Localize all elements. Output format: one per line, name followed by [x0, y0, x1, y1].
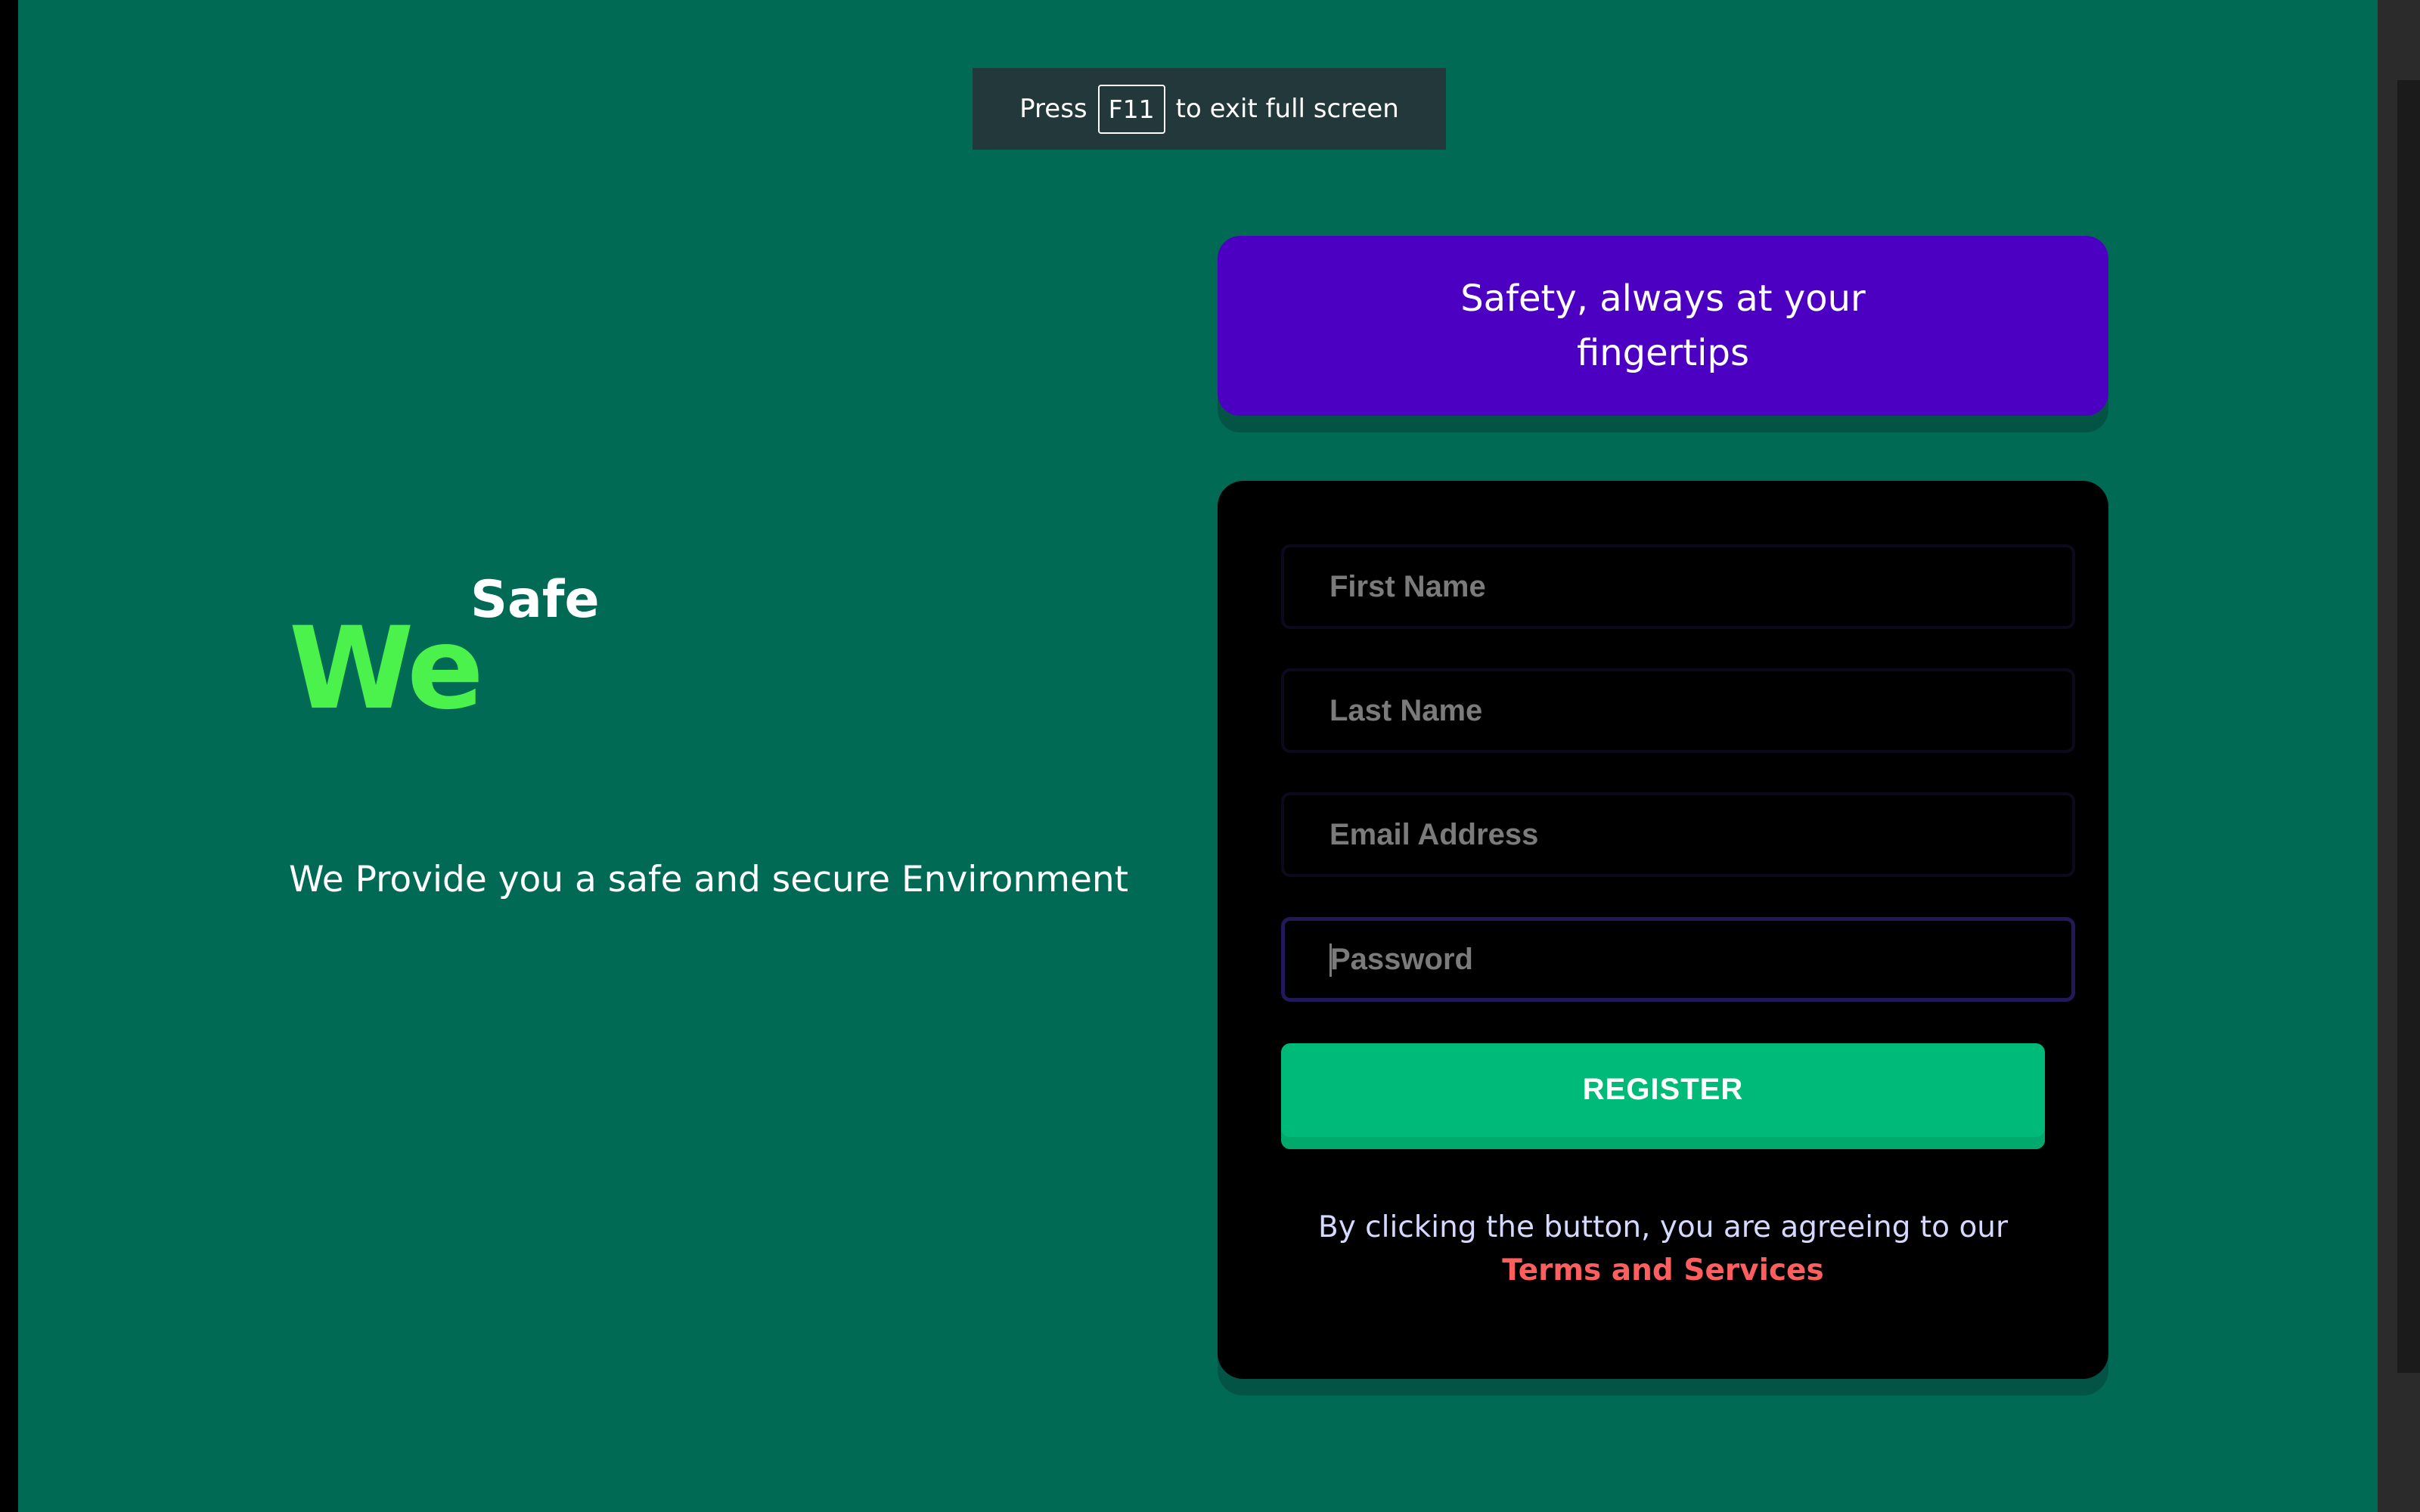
- wesafe-logo: We Safe: [289, 575, 607, 741]
- hero-card: Safety, always at your fingertips: [1218, 236, 2108, 416]
- terms-and-services-link[interactable]: Terms and Services: [1502, 1253, 1823, 1287]
- fullscreen-exit-banner: Press F11 to exit full screen: [973, 68, 1446, 150]
- first-name-input[interactable]: [1281, 544, 2075, 629]
- registration-form: REGISTER By clicking the button, you are…: [1218, 481, 2108, 1379]
- logo-safe-text: Safe: [470, 570, 600, 630]
- f11-key-badge: F11: [1097, 84, 1165, 134]
- banner-message-text: to exit full screen: [1175, 94, 1399, 124]
- last-name-input[interactable]: [1281, 668, 2075, 753]
- logo-we-text: We: [289, 603, 484, 735]
- disclaimer-text: By clicking the button, you are agreeing…: [1317, 1210, 2009, 1244]
- hero-heading: Safety, always at your fingertips: [1460, 271, 1866, 380]
- hero-line-2: fingertips: [1576, 332, 1749, 374]
- hero-line-1: Safety, always at your: [1460, 277, 1866, 320]
- tagline-text: We Provide you a safe and secure Environ…: [289, 859, 1129, 900]
- text-cursor: [1329, 943, 1332, 977]
- banner-press-text: Press: [1019, 94, 1087, 124]
- scrollbar-thumb[interactable]: [2397, 80, 2420, 1373]
- terms-disclaimer: By clicking the button, you are agreeing…: [1270, 1207, 2055, 1292]
- register-button[interactable]: REGISTER: [1281, 1043, 2045, 1149]
- email-input[interactable]: [1281, 792, 2075, 877]
- password-input[interactable]: [1281, 917, 2075, 1002]
